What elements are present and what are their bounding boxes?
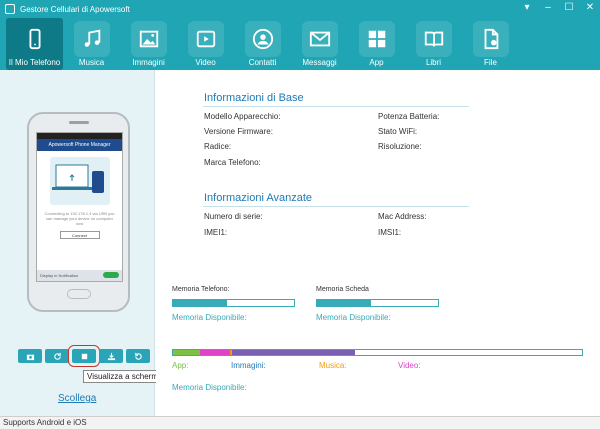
download-button[interactable] <box>99 349 123 363</box>
tab-images[interactable]: Immagini <box>120 18 177 70</box>
refresh-button[interactable] <box>45 349 69 363</box>
card-memory-available: Memoria Disponibile: <box>316 313 391 322</box>
screenshot-button[interactable] <box>18 349 42 363</box>
title-bar: Gestore Cellulari di Apowersoft ▾ – ☐ ✕ <box>0 0 600 18</box>
tab-my-phone[interactable]: Il Mio Telefono <box>6 18 63 70</box>
tab-label: Video <box>195 58 216 67</box>
legend-video: Video: <box>398 361 421 370</box>
section-title-advanced: Informazioni Avanzate <box>204 192 313 204</box>
field-root: Radice: <box>204 142 232 151</box>
download-icon <box>107 352 115 360</box>
person-icon <box>244 21 281 57</box>
file-icon <box>472 21 509 57</box>
device-panel: Apowersoft Phone Manager Connecting to 1… <box>0 70 189 416</box>
tab-label: Contatti <box>248 58 277 67</box>
image-icon <box>130 21 167 57</box>
restore-icon <box>134 352 142 360</box>
field-mac: Mac Address: <box>378 212 427 221</box>
app-logo-icon <box>5 4 15 14</box>
maximize-icon[interactable]: ☐ <box>563 2 575 14</box>
legend-app: App: <box>172 361 189 370</box>
usage-segment-immagini <box>199 350 231 355</box>
field-wifi: Stato WiFi: <box>378 127 418 136</box>
section-divider <box>203 106 469 107</box>
field-battery: Potenza Batteria: <box>378 112 440 121</box>
tab-label: Musica <box>78 58 105 67</box>
main-toolbar: Il Mio Telefono Musica Immagini Video Co… <box>0 18 600 70</box>
grid-icon <box>358 21 395 57</box>
field-imei: IMEI1: <box>204 228 228 237</box>
phone-notification-label: Display in Notification <box>40 273 79 278</box>
field-brand: Marca Telefono: <box>204 158 261 167</box>
phone-speaker <box>69 121 89 124</box>
legend-music: Musica: <box>319 361 347 370</box>
phone-icon <box>17 21 53 57</box>
tab-apps[interactable]: App <box>348 18 405 70</box>
field-model: Modello Apparecchio: <box>204 112 281 121</box>
section-divider <box>203 206 469 207</box>
menu-dropdown-icon[interactable]: ▾ <box>521 2 533 14</box>
phone-memory-label: Memoria Telefono: <box>172 286 230 293</box>
tab-books[interactable]: Libri <box>405 18 462 70</box>
close-icon[interactable]: ✕ <box>584 2 596 14</box>
disconnect-link[interactable]: Scollega <box>58 393 96 404</box>
tab-label: Libri <box>425 58 442 67</box>
fullscreen-icon <box>81 353 87 359</box>
fullscreen-button[interactable] <box>68 345 100 367</box>
card-memory-fill <box>317 300 372 306</box>
phone-memory-available: Memoria Disponibile: <box>172 313 247 322</box>
phone-memory-bar <box>172 299 295 307</box>
phone-memory-fill <box>173 300 228 306</box>
minimize-icon[interactable]: – <box>542 2 554 14</box>
field-firmware: Versione Firmware: <box>204 127 273 136</box>
restore-button[interactable] <box>126 349 150 363</box>
phone-home-button <box>67 289 91 299</box>
phone-toggle <box>103 272 119 278</box>
camera-icon <box>26 354 34 360</box>
refresh-icon <box>53 352 61 360</box>
status-bar: Supports Android e iOS <box>0 416 600 429</box>
usage-segment-video <box>232 350 355 355</box>
field-serial: Numero di serie: <box>204 212 263 221</box>
tab-label: App <box>369 58 384 67</box>
phone-preview: Apowersoft Phone Manager Connecting to 1… <box>27 112 130 312</box>
play-icon <box>187 21 224 57</box>
legend-images: Immagini: <box>231 361 266 370</box>
window-title: Gestore Cellulari di Apowersoft <box>20 4 130 14</box>
phone-connect-button: Connect <box>59 231 100 239</box>
envelope-icon <box>301 21 338 57</box>
tab-music[interactable]: Musica <box>63 18 120 70</box>
field-resolution: Risoluzione: <box>378 142 422 151</box>
phone-app-bar: Apowersoft Phone Manager <box>37 139 122 151</box>
phone-message: Connecting to 192.178.1.4 via USB you ca… <box>44 211 115 226</box>
field-imsi: IMSI1: <box>378 228 402 237</box>
card-memory-bar <box>316 299 439 307</box>
tab-label: Messaggi <box>302 58 337 67</box>
device-controls <box>18 345 150 367</box>
book-icon <box>415 21 452 57</box>
music-note-icon <box>73 21 110 57</box>
tab-label: Immagini <box>132 58 165 67</box>
usage-segment-app <box>173 350 200 355</box>
storage-usage-bar <box>172 349 583 356</box>
section-title-basic: Informazioni di Base <box>204 92 304 104</box>
tab-messages[interactable]: Messaggi <box>291 18 348 70</box>
card-memory-label: Memoria Scheda <box>316 286 369 293</box>
tab-files[interactable]: File <box>462 18 519 70</box>
usb-laptop-illustration <box>49 157 110 205</box>
tab-contacts[interactable]: Contatti <box>234 18 291 70</box>
phone-screen: Apowersoft Phone Manager Connecting to 1… <box>36 132 123 282</box>
tab-label: Il Mio Telefono <box>8 58 61 67</box>
device-info-panel: Informazioni di Base Modello Apparecchio… <box>156 70 600 416</box>
tab-video[interactable]: Video <box>177 18 234 70</box>
tab-label: File <box>484 58 497 67</box>
phone-notification-row: Display in Notification <box>37 270 122 281</box>
total-memory-available: Memoria Disponibile: <box>172 383 247 392</box>
window-controls: ▾ – ☐ ✕ <box>521 2 596 14</box>
